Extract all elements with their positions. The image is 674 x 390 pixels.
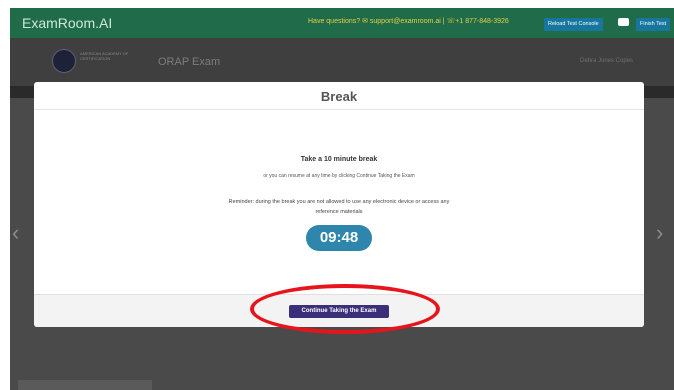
brand-logo: ExamRoom.AI <box>22 15 113 31</box>
reminder-line-1: Reminder: during the break you are not a… <box>228 199 450 205</box>
break-subtext: or you can resume at any time by clickin… <box>263 173 415 179</box>
user-name: Debra Jones Copes <box>580 58 634 64</box>
break-heading: Take a 10 minute break <box>300 156 378 163</box>
reload-test-console-button[interactable]: Reload Test Console <box>544 18 603 31</box>
next-arrow-icon[interactable]: › <box>656 220 663 246</box>
organization-logo-icon <box>52 49 76 73</box>
finish-test-button[interactable]: Finish Test <box>636 18 671 31</box>
modal-header: Break <box>34 82 644 110</box>
chat-icon[interactable] <box>618 18 629 26</box>
bottom-panel <box>18 380 152 390</box>
highlight-circle <box>250 284 440 334</box>
reminder-line-2: reference materials <box>315 209 363 215</box>
previous-arrow-icon[interactable]: ‹ <box>12 220 19 246</box>
modal-title: Break <box>320 89 358 104</box>
exam-title: ORAP Exam <box>158 56 221 68</box>
top-bar: ExamRoom.AI Have questions? ✉ support@ex… <box>10 8 674 38</box>
support-contact[interactable]: Have questions? ✉ support@examroom.ai | … <box>308 17 509 25</box>
break-timer: 09:48 <box>306 225 372 251</box>
organization-name: AMERICAN ACADEMY OF CERTIFICATION <box>80 51 129 61</box>
exam-header: AMERICAN ACADEMY OF CERTIFICATION ORAP E… <box>10 38 674 86</box>
